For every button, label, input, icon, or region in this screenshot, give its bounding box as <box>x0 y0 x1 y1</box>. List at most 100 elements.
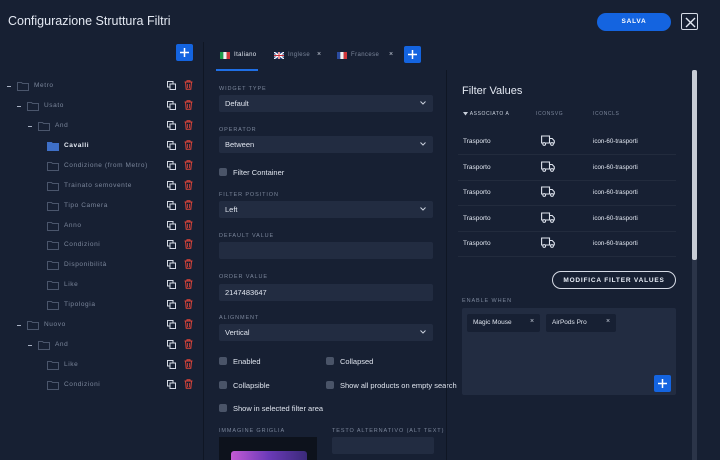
tree-node[interactable]: Condizione (from Metro) <box>0 157 200 177</box>
trash-icon[interactable] <box>184 219 193 230</box>
default-value-input[interactable] <box>219 242 433 259</box>
copy-icon[interactable] <box>167 220 176 230</box>
folder-icon <box>38 121 50 131</box>
trash-icon[interactable] <box>184 239 193 250</box>
collapse-toggle-icon[interactable] <box>17 105 21 107</box>
tree-node[interactable]: Disponibilità <box>0 256 200 276</box>
folder-icon <box>17 82 29 91</box>
add-language-button[interactable] <box>404 46 421 63</box>
trash-icon[interactable] <box>184 100 193 110</box>
collapse-toggle-icon[interactable] <box>17 325 21 327</box>
trash-icon[interactable] <box>184 359 193 369</box>
add-enable-when-button[interactable] <box>654 375 671 392</box>
scrollbar-thumb[interactable] <box>692 70 697 260</box>
modify-filter-values-button[interactable]: MODIFICA FILTER VALUES <box>552 271 676 289</box>
trash-icon[interactable] <box>184 179 193 190</box>
trash-icon[interactable] <box>184 80 193 90</box>
copy-icon[interactable] <box>167 360 176 370</box>
copy-icon[interactable] <box>167 260 176 270</box>
copy-icon[interactable] <box>167 160 176 170</box>
tree-node[interactable]: Like <box>0 276 200 296</box>
table-row[interactable]: Trasporto icon-60-trasporti <box>458 155 676 181</box>
table-row[interactable]: Trasporto icon-60-trasporti <box>458 206 676 232</box>
copy-icon[interactable] <box>167 100 176 110</box>
copy-icon[interactable] <box>167 120 176 130</box>
tree-node-label: Anno <box>64 221 82 229</box>
copy-icon[interactable] <box>167 81 176 90</box>
copy-icon[interactable] <box>167 280 176 290</box>
collapse-toggle-icon[interactable] <box>28 125 32 127</box>
table-row[interactable]: Trasporto icon-60-trasporti <box>458 129 676 155</box>
trash-icon[interactable] <box>184 379 193 389</box>
tree-node[interactable]: Trainato semovente <box>0 177 200 197</box>
trash-icon[interactable] <box>184 319 193 329</box>
enable-when-chip[interactable]: Magic Mouse × <box>467 314 540 332</box>
trash-icon[interactable] <box>184 199 193 210</box>
collapsible-checkbox[interactable] <box>219 381 227 389</box>
tree-node[interactable]: And <box>0 117 200 137</box>
trash-icon[interactable] <box>184 299 193 310</box>
copy-icon[interactable] <box>167 200 176 210</box>
column-header-associato[interactable]: ASSOCIATO A <box>463 111 509 117</box>
column-header-iconcls[interactable]: ICONCLS <box>593 111 619 117</box>
show-all-checkbox[interactable] <box>326 381 334 389</box>
truck-icon <box>541 135 555 146</box>
remove-chip-icon[interactable]: × <box>606 318 610 325</box>
copy-icon[interactable] <box>167 340 176 350</box>
trash-icon[interactable] <box>184 159 193 170</box>
tree-node-label: Metro <box>34 82 54 89</box>
show-selected-checkbox[interactable] <box>219 404 227 412</box>
tree-node[interactable]: Cavalli <box>0 137 200 157</box>
collapsed-checkbox[interactable] <box>326 357 334 365</box>
collapse-toggle-icon[interactable] <box>28 345 32 347</box>
tree-node[interactable]: And <box>0 336 200 356</box>
tree-node-label: Trainato semovente <box>64 181 133 189</box>
enabled-checkbox[interactable] <box>219 357 227 365</box>
tree-node[interactable]: Tipologia <box>0 296 200 316</box>
trash-icon[interactable] <box>184 120 193 130</box>
panel-divider <box>203 42 204 460</box>
remove-chip-icon[interactable]: × <box>530 318 534 325</box>
tree-node[interactable]: Anno <box>0 217 200 237</box>
tree-node[interactable]: Condizioni <box>0 376 200 396</box>
table-row[interactable]: Trasporto icon-60-trasporti <box>458 180 676 207</box>
copy-icon[interactable] <box>167 180 176 190</box>
copy-icon[interactable] <box>167 240 176 250</box>
add-tree-node-button[interactable] <box>176 44 193 61</box>
tree-node[interactable]: Usato <box>0 97 200 117</box>
tree-node[interactable]: Tipo Camera <box>0 197 200 217</box>
tree-node[interactable]: Nuovo <box>0 316 200 336</box>
column-header-iconsvg[interactable]: ICONSVG <box>536 111 563 117</box>
order-value-input[interactable]: 2147483647 <box>219 284 433 301</box>
widget-type-select[interactable]: Default <box>219 95 433 112</box>
close-tab-icon[interactable]: × <box>389 51 393 58</box>
trash-icon[interactable] <box>184 139 193 150</box>
trash-icon[interactable] <box>184 339 193 349</box>
save-button[interactable]: SALVA <box>597 13 671 31</box>
collapse-toggle-icon[interactable] <box>7 86 11 87</box>
grid-image-thumbnail[interactable] <box>219 437 317 460</box>
close-tab-icon[interactable]: × <box>317 51 321 58</box>
order-value-label: ORDER VALUE <box>219 274 268 280</box>
trash-icon[interactable] <box>184 279 193 290</box>
enable-when-field[interactable]: Magic Mouse × AirPods Pro × <box>462 308 676 395</box>
copy-icon[interactable] <box>167 320 176 330</box>
operator-select[interactable]: Between <box>219 136 433 153</box>
trash-icon[interactable] <box>184 259 193 270</box>
associato-cell: Trasporto <box>463 240 491 248</box>
widget-type-label: WIDGET TYPE <box>219 86 267 92</box>
alignment-select[interactable]: Vertical <box>219 324 433 341</box>
close-button[interactable] <box>681 13 698 30</box>
alt-text-input[interactable] <box>332 437 434 454</box>
table-row[interactable]: Trasporto icon-60-trasporti <box>458 231 676 258</box>
copy-icon[interactable] <box>167 379 176 389</box>
tree-node[interactable]: Metro <box>0 77 200 97</box>
copy-icon[interactable] <box>167 140 176 150</box>
filter-container-checkbox[interactable] <box>219 168 227 176</box>
copy-icon[interactable] <box>167 300 176 310</box>
select-value: Left <box>225 205 238 214</box>
filter-position-select[interactable]: Left <box>219 201 433 218</box>
tree-node[interactable]: Like <box>0 356 200 376</box>
enable-when-chip[interactable]: AirPods Pro × <box>546 314 616 332</box>
tree-node[interactable]: Condizioni <box>0 236 200 256</box>
